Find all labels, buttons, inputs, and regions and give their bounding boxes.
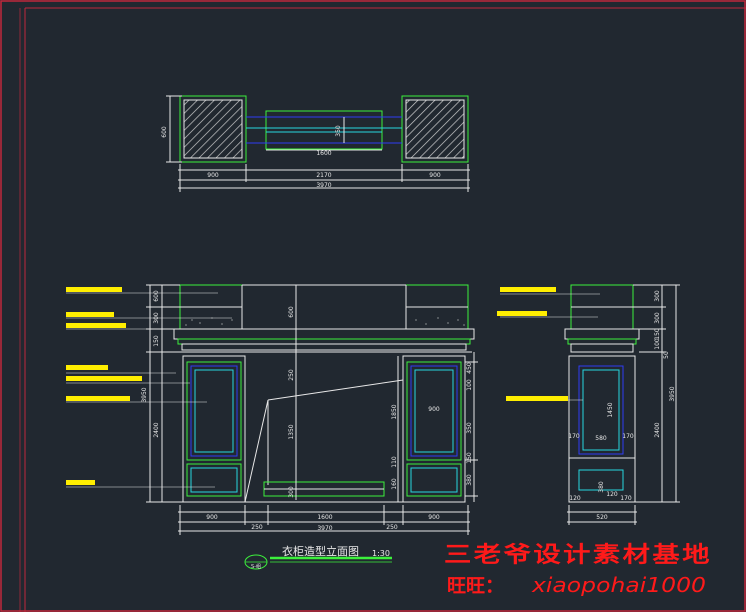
front-dim-mid-height: 250 xyxy=(288,369,295,381)
front-dim-mid-height: 600 xyxy=(288,306,295,318)
annotation-bar xyxy=(66,480,95,485)
side-dim-bottom: 170 xyxy=(620,495,632,502)
front-dim-right-stack: 450 xyxy=(466,362,473,374)
annotation-bar xyxy=(66,376,142,381)
side-dim-inner: 170 xyxy=(568,433,580,440)
front-dim-gap-right: 250 xyxy=(386,524,398,531)
front-dim-bottom-left: 900 xyxy=(206,514,218,521)
watermark-line1: 三老爷设计素材基地 xyxy=(444,542,712,568)
side-annotation-bars xyxy=(497,287,568,401)
side-elevation xyxy=(500,284,680,525)
side-dim-bottom-part: 120 xyxy=(606,491,618,498)
front-dim-gap-left: 250 xyxy=(251,524,263,531)
side-dim-inner: 580 xyxy=(595,435,607,442)
annotation-bar xyxy=(66,287,122,292)
plan-dim-inner-depth: 350 xyxy=(335,125,342,137)
drawing-title: 衣柜造型立面图 xyxy=(282,544,359,558)
front-dim-right-stack: 1850 xyxy=(391,404,398,419)
annotation-bar xyxy=(66,365,108,370)
plan-dim-total: 3970 xyxy=(316,182,331,189)
top-box-texture xyxy=(185,317,465,326)
side-dim-inner: 170 xyxy=(622,433,634,440)
front-dim-mid-height: 1350 xyxy=(288,424,295,439)
side-dim-right-stack: 150 xyxy=(654,328,661,340)
annotation-bar xyxy=(66,323,126,328)
front-dim-shelf-width: 900 xyxy=(428,406,440,413)
drawing-scale: 1:30 xyxy=(372,549,390,558)
watermark-label: 旺旺： xyxy=(447,575,504,597)
front-elevation xyxy=(66,284,478,535)
cad-drawing: 600 900 2170 900 3970 1600 350 900 250 1… xyxy=(0,0,746,612)
plan-dim-depth: 600 xyxy=(161,126,168,138)
front-annotation-bars xyxy=(66,287,142,485)
plan-dim-right: 900 xyxy=(429,172,441,179)
side-dim-height-lower: 2400 xyxy=(654,422,661,437)
side-dim-height-main: 1450 xyxy=(607,402,614,417)
annotation-bar xyxy=(497,311,547,316)
front-dim-left-stack: 150 xyxy=(153,335,160,347)
annotation-bar xyxy=(66,312,114,317)
front-dim-mid: 1600 xyxy=(317,514,332,521)
annotation-bar xyxy=(500,287,556,292)
title-tag: S-组 xyxy=(251,563,261,570)
plan-dim-left: 900 xyxy=(207,172,219,179)
side-dim-bottom: 120 xyxy=(569,495,581,502)
side-dim-height-total: 3950 xyxy=(669,386,676,401)
front-dim-right-stack: 160 xyxy=(391,478,398,490)
front-dim-right-stack: 110 xyxy=(391,456,398,468)
front-dim-mid-height: 300 xyxy=(288,486,295,498)
front-dim-right-stack: 150 xyxy=(466,452,473,464)
front-dim-bottom-right: 900 xyxy=(428,514,440,521)
plan-dim-middle: 2170 xyxy=(316,172,331,179)
annotation-bar xyxy=(66,396,130,401)
plan-dim-inner-width: 1600 xyxy=(316,150,331,157)
front-dim-right-stack: 100 xyxy=(466,379,473,391)
watermark: 三老爷设计素材基地 旺旺： xiaopohai1000 xyxy=(444,542,712,597)
side-dimension-labels: 520 120 170 170 580 170 1450 3950 2400 3… xyxy=(568,290,676,521)
side-dim-width: 520 xyxy=(596,514,608,521)
front-dim-left-stack: 300 xyxy=(153,312,160,324)
side-dim-right-stack: 300 xyxy=(654,290,661,302)
side-dim-right-stack: 300 xyxy=(654,312,661,324)
front-dim-left-stack: 2400 xyxy=(153,422,160,437)
side-dim-right-stack: 50 xyxy=(663,351,670,359)
front-dim-right-stack: 380 xyxy=(466,474,473,486)
side-dim-right-stack: 100 xyxy=(654,338,661,350)
annotation-bar xyxy=(506,396,568,401)
watermark-handle: xiaopohai1000 xyxy=(531,573,706,597)
side-dim-bottom-part: 380 xyxy=(598,481,605,493)
drawing-title-block: S-组 衣柜造型立面图 1:30 xyxy=(244,544,392,570)
front-dim-left-stack: 3950 xyxy=(141,387,148,402)
front-dim-total: 3970 xyxy=(317,525,332,532)
front-dim-right-stack: 350 xyxy=(466,422,473,434)
front-dim-left-stack: 600 xyxy=(153,290,160,302)
